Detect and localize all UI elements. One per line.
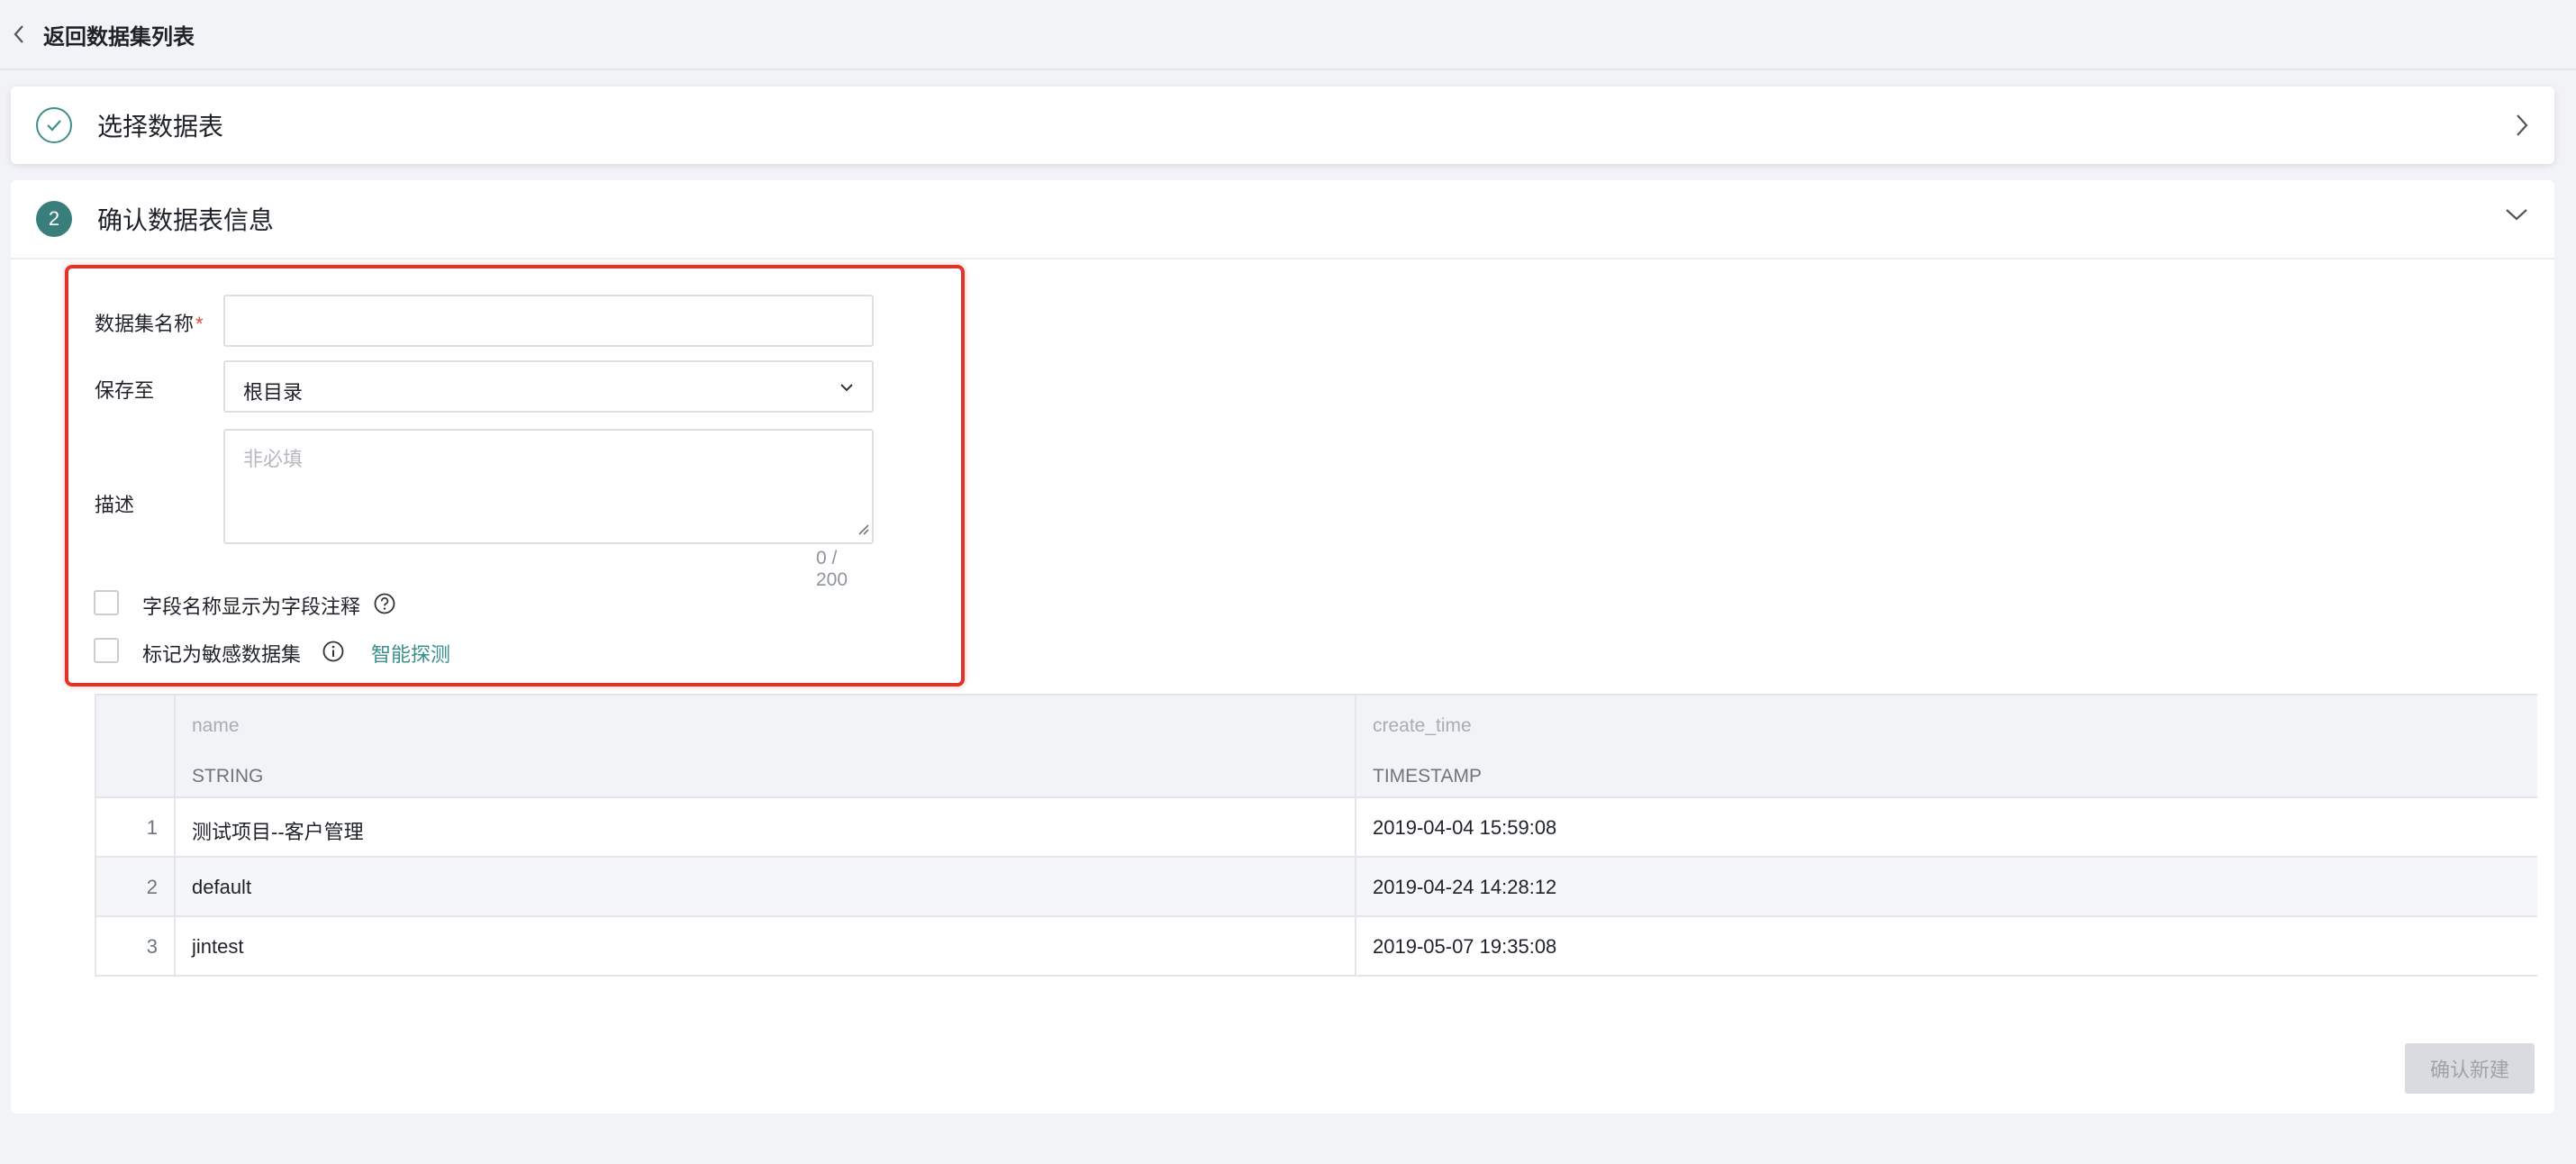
- name-cell: jintest: [176, 917, 1356, 975]
- back-to-dataset-list-link[interactable]: 返回数据集列表: [43, 19, 195, 50]
- step-1-title: 选择数据表: [97, 113, 224, 141]
- create-time-value: 2019-05-07 19:35:08: [1373, 935, 1557, 958]
- row-index: 2: [146, 876, 158, 898]
- create-time-value: 2019-04-24 14:28:12: [1373, 876, 1557, 898]
- row-index: 1: [146, 816, 158, 839]
- name-cell: 测试项目--客户管理: [176, 798, 1356, 856]
- highlight-box: [65, 265, 965, 687]
- top-bar: 返回数据集列表: [0, 0, 2576, 70]
- step-2-header[interactable]: 2 确认数据表信息: [11, 180, 2554, 259]
- create-time-value: 2019-04-04 15:59:08: [1373, 816, 1557, 839]
- table-row: 3 jintest 2019-05-07 19:35:08: [96, 917, 2537, 977]
- row-index: 3: [146, 935, 158, 958]
- check-icon: [36, 107, 72, 143]
- row-index-cell: 3: [96, 917, 176, 975]
- table-row: 1 测试项目--客户管理 2019-04-04 15:59:08: [96, 798, 2537, 858]
- step-2-title: 确认数据表信息: [97, 206, 275, 234]
- index-header-cell: [96, 696, 176, 796]
- name-value: default: [192, 876, 252, 898]
- create-time-cell: 2019-05-07 19:35:08: [1356, 917, 2537, 975]
- column-name: create_time: [1373, 715, 1472, 736]
- chevron-left-icon[interactable]: [13, 23, 34, 45]
- step-2-number: 2: [36, 201, 72, 237]
- column-header-create-time: create_time TIMESTAMP: [1356, 696, 2537, 796]
- row-index-cell: 1: [96, 798, 176, 856]
- create-time-cell: 2019-04-04 15:59:08: [1356, 798, 2537, 856]
- column-type: STRING: [192, 766, 264, 787]
- column-header-name: name STRING: [176, 696, 1356, 796]
- preview-table: name STRING create_time TIMESTAMP 1 测试项目…: [95, 694, 2537, 977]
- step-1-panel[interactable]: 选择数据表: [11, 86, 2554, 164]
- name-value: jintest: [192, 935, 244, 958]
- column-type: TIMESTAMP: [1373, 766, 1482, 787]
- column-name: name: [192, 715, 240, 736]
- name-value: 测试项目--客户管理: [192, 821, 364, 843]
- chevron-right-icon[interactable]: [2515, 113, 2529, 142]
- chevron-down-icon[interactable]: [2504, 207, 2529, 226]
- step-2-panel: 2 确认数据表信息 数据集名称* 保存至 根目录 描述 非必填 0 / 200 …: [11, 180, 2554, 1114]
- table-row: 2 default 2019-04-24 14:28:12: [96, 858, 2537, 917]
- name-cell: default: [176, 858, 1356, 915]
- create-time-cell: 2019-04-24 14:28:12: [1356, 858, 2537, 915]
- confirm-create-button[interactable]: 确认新建: [2405, 1043, 2535, 1094]
- row-index-cell: 2: [96, 858, 176, 915]
- table-header: name STRING create_time TIMESTAMP: [96, 696, 2537, 798]
